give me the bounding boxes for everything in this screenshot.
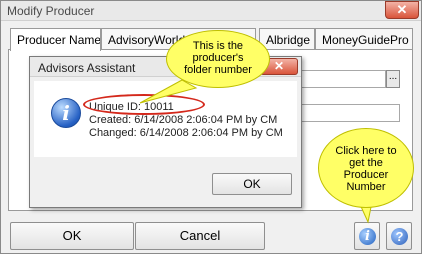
- tab-producer-name[interactable]: Producer Name: [10, 28, 101, 51]
- callout-line: get the: [349, 157, 383, 169]
- callout-line: Number: [346, 181, 386, 193]
- callout-line: Producer: [343, 169, 389, 181]
- callout-line: Click here to: [335, 145, 397, 157]
- callout-line: This is the: [192, 40, 244, 52]
- folder-number-callout: This is the producer's folder number: [166, 30, 270, 88]
- callout-line: producer's: [192, 52, 244, 64]
- click-here-callout: Click here to get the Producer Number: [318, 128, 414, 208]
- callout-line: folder number: [184, 64, 252, 76]
- folder-callout-tail: [139, 79, 198, 104]
